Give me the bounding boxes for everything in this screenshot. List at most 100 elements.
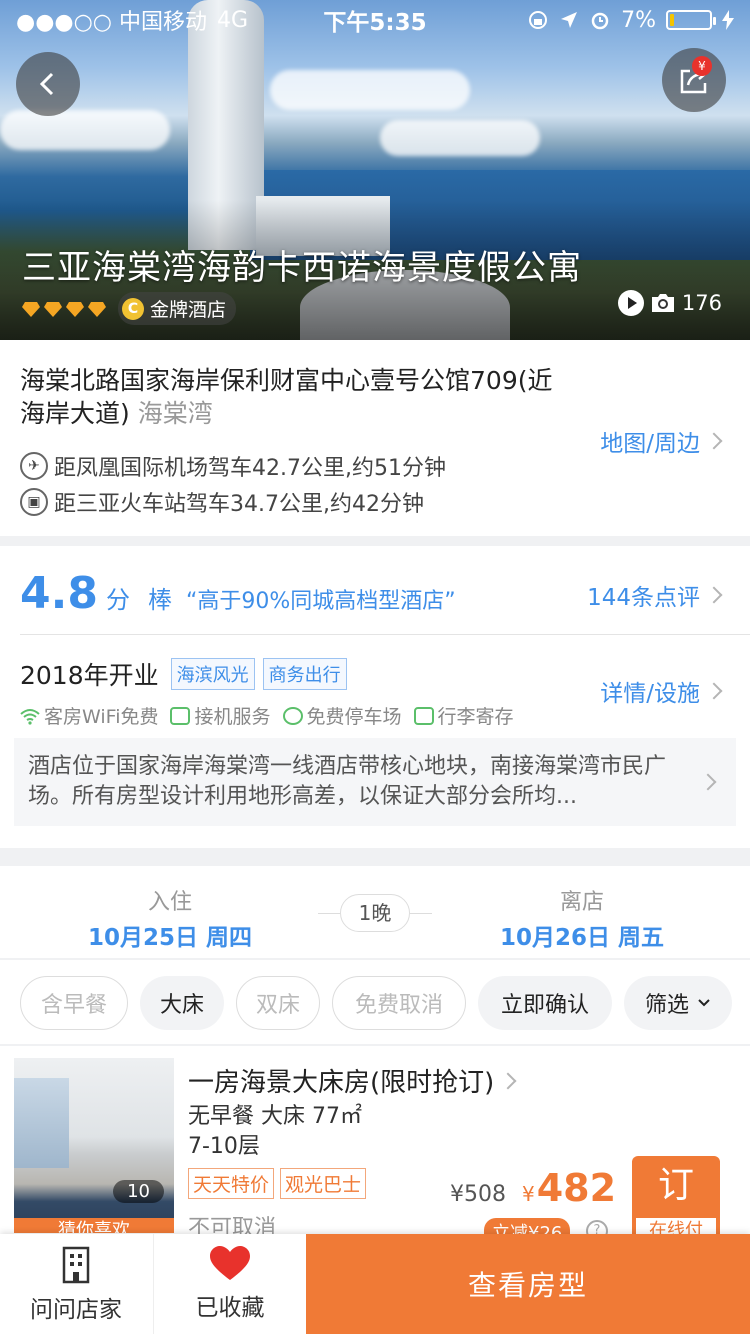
rating-summary[interactable]: 4.8 分 棒 “高于90%同城高档型酒店” [20, 568, 456, 619]
book-button[interactable]: 订 在线付 [632, 1156, 720, 1246]
building-icon [62, 1246, 90, 1284]
back-button[interactable] [16, 52, 80, 116]
promo-tag: 天天特价 [188, 1168, 275, 1199]
original-price: ¥508 [450, 1182, 506, 1207]
description-text: 酒店位于国家海岸海棠湾一线酒店带核心地块，南接海棠湾市民广场。所有房型设计利用地… [28, 754, 667, 809]
rating-info-card: 4.8 分 棒 “高于90%同城高档型酒店” 144条点评 2018年开业 海滨… [0, 546, 750, 848]
filter-free-cancel[interactable]: 免费取消 [332, 976, 466, 1030]
battery-icon [666, 10, 716, 30]
facility-label: 行李寄存 [437, 706, 514, 728]
room-photo-count: 10 [113, 1180, 164, 1203]
facility-wifi: 客房WiFi免费 [20, 702, 158, 729]
price-currency: ¥ [522, 1182, 535, 1206]
facility-luggage: 行李寄存 [413, 702, 514, 729]
filter-more-button[interactable]: 筛选 [624, 976, 732, 1030]
facility-parking: 免费停车场 [282, 702, 402, 729]
diamond-icon [88, 301, 106, 317]
parking-icon [282, 706, 303, 725]
price-value: 482 [536, 1166, 617, 1210]
filter-more-label: 筛选 [644, 993, 689, 1018]
diamond-icon [44, 301, 62, 317]
room-spec-line: 无早餐 大床 77㎡ [188, 1104, 362, 1129]
hotel-description[interactable]: 酒店位于国家海岸海棠湾一线酒店带核心地块，南接海棠湾市民广场。所有房型设计利用地… [14, 738, 736, 826]
address-card: 海棠北路国家海岸保利财富中心壹号公馆709(近海岸大道) 海棠湾 地图/周边 ✈… [0, 340, 750, 536]
room-listing[interactable]: 10 猜你喜欢 一房海景大床房(限时抢订) 无早餐 大床 77㎡ 7-10层 天… [0, 1046, 750, 1246]
rating-score: 4.8 [20, 568, 98, 619]
play-icon [617, 290, 644, 316]
photo-count: 176 [681, 291, 722, 315]
ask-host-button[interactable]: 问问店家 [0, 1234, 152, 1334]
share-button[interactable]: ¥ [662, 48, 726, 112]
view-rooms-button[interactable]: 查看房型 [306, 1234, 750, 1334]
map-link-label: 地图/周边 [600, 431, 700, 457]
facility-label: 免费停车场 [306, 706, 402, 728]
train-distance-text: 距三亚火车站驾车34.7公里,约42分钟 [54, 492, 424, 517]
checkout-value: 10月26日 周五 [499, 925, 665, 951]
facility-list: 客房WiFi免费 接机服务 免费停车场 行李寄存 [20, 702, 514, 729]
chevron-right-icon [705, 432, 723, 450]
train-icon: ▣ [20, 488, 48, 516]
airport-distance-text: 距凤凰国际机场驾车42.7公里,约51分钟 [54, 456, 446, 481]
luggage-icon [413, 706, 434, 725]
current-price: ¥ 482 [522, 1166, 616, 1210]
filter-twin-bed[interactable]: 双床 [236, 976, 320, 1030]
details-facilities-link[interactable]: 详情/设施 [600, 674, 723, 708]
share-reward-badge: ¥ [692, 56, 712, 76]
diamond-icon [22, 301, 40, 317]
airplane-icon: ✈ [20, 452, 48, 480]
room-filters: 含早餐 大床 双床 免费取消 立即确认 筛选 [0, 960, 750, 1044]
train-distance: ▣ 距三亚火车站驾车34.7公里,约42分钟 [20, 486, 424, 518]
diamond-icon [66, 301, 84, 317]
address-area: 海棠湾 [137, 399, 213, 428]
heart-icon [210, 1246, 250, 1280]
hotel-address: 海棠北路国家海岸保利财富中心壹号公馆709(近海岸大道) 海棠湾 [20, 364, 560, 430]
opened-year: 2018年开业 [20, 661, 159, 690]
cloud-shape [0, 110, 170, 150]
facility-label: 接机服务 [194, 706, 271, 728]
pickup-icon [170, 706, 191, 725]
map-nearby-link[interactable]: 地图/周边 [600, 424, 723, 458]
gold-coin-icon: C [122, 297, 144, 320]
photo-gallery-link[interactable]: 176 [617, 290, 722, 316]
hotel-meta-row: C 金牌酒店 [22, 292, 237, 325]
chevron-right-icon [705, 586, 723, 604]
cloud-shape [270, 70, 470, 110]
reviews-link[interactable]: 144条点评 [587, 578, 723, 612]
stay-dates: 入住 10月25日 周四 1晚 离店 10月26日 周五 [0, 866, 750, 958]
checkin-value: 10月25日 周四 [87, 925, 253, 951]
status-bar: ●●●○○ 中国移动 4G 下午5:35 7% [0, 0, 750, 40]
wifi-icon [20, 708, 40, 725]
room-title-text: 一房海景大床房(限时抢订) [188, 1068, 495, 1098]
divider [20, 634, 750, 635]
rating-unit: 分 [105, 586, 130, 614]
bottom-action-bar: 问问店家 已收藏 查看房型 [0, 1234, 750, 1334]
checkout-label: 离店 [559, 890, 604, 915]
camera-icon [651, 294, 674, 312]
filter-king-bed[interactable]: 大床 [140, 976, 224, 1030]
diamond-rating [22, 300, 106, 318]
favorite-button[interactable]: 已收藏 [154, 1234, 306, 1334]
checkin-date[interactable]: 入住 10月25日 周四 [50, 884, 290, 952]
chevron-right-icon [699, 773, 717, 791]
rating-word: 棒 [147, 586, 172, 614]
promo-tag: 观光巴士 [280, 1168, 367, 1199]
facility-label: 客房WiFi免费 [44, 706, 159, 728]
divider [410, 913, 432, 914]
favorite-label: 已收藏 [195, 1295, 265, 1321]
chevron-right-icon [705, 682, 723, 700]
hotel-hero-photo[interactable] [0, 0, 750, 340]
filter-breakfast[interactable]: 含早餐 [20, 976, 128, 1030]
facility-pickup: 接机服务 [170, 702, 271, 729]
room-title[interactable]: 一房海景大床房(限时抢订) [188, 1062, 517, 1099]
hotel-name: 三亚海棠湾海韵卡西诺海景度假公寓 [22, 248, 582, 288]
back-arrow-icon [39, 72, 54, 96]
ask-host-label: 问问店家 [30, 1297, 122, 1323]
gold-hotel-badge: C 金牌酒店 [118, 292, 237, 325]
filter-instant-confirm[interactable]: 立即确认 [478, 976, 612, 1030]
status-time: 下午5:35 [323, 10, 427, 36]
checkout-date[interactable]: 离店 10月26日 周五 [462, 884, 702, 952]
room-photo[interactable]: 10 猜你喜欢 [14, 1058, 174, 1233]
theme-tag: 商务出行 [262, 658, 347, 690]
theme-tag: 海滨风光 [170, 658, 255, 690]
recommended-label: 猜你喜欢 [14, 1218, 174, 1233]
